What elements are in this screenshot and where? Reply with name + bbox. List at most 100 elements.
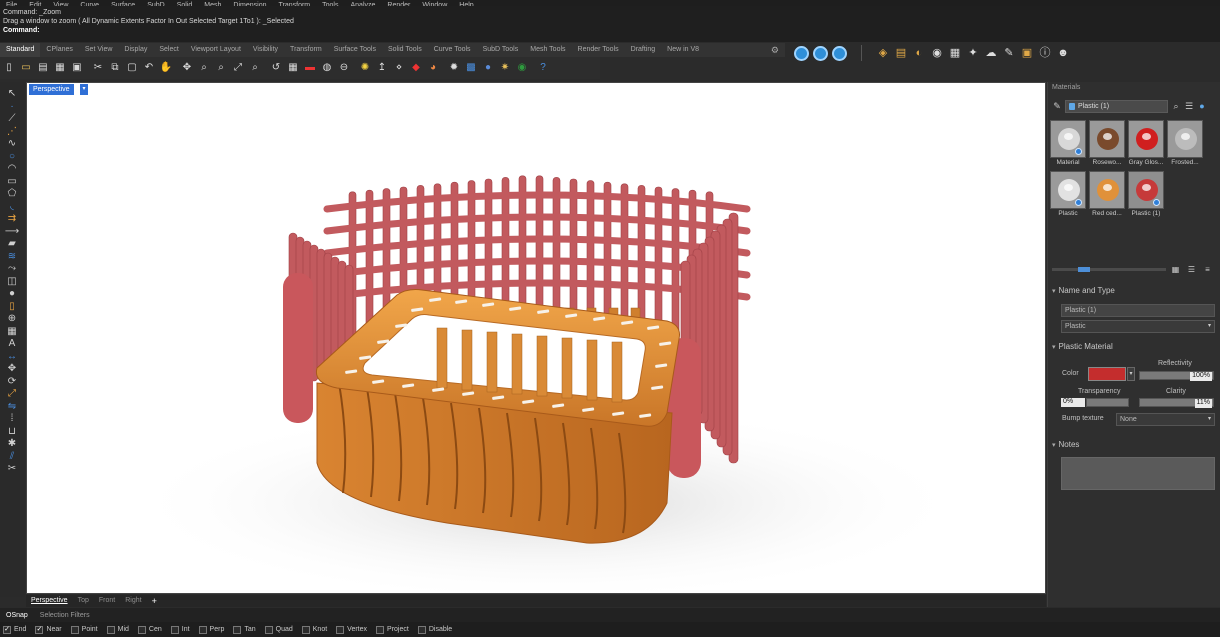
- sweep-icon[interactable]: ⤳: [4, 263, 20, 275]
- help-icon[interactable]: ●: [1197, 100, 1207, 112]
- render-preview-icon[interactable]: [813, 45, 828, 61]
- text-icon[interactable]: A: [4, 338, 20, 350]
- osnap-option[interactable]: Vertex: [336, 625, 367, 634]
- render-icon[interactable]: [794, 45, 809, 61]
- named-views-icon[interactable]: ✎: [1002, 46, 1016, 60]
- osnap-option[interactable]: Int: [170, 625, 190, 634]
- osnap-option[interactable]: Tan: [233, 625, 256, 634]
- osnap-tab[interactable]: OSnap: [0, 612, 34, 619]
- material-thumbnail[interactable]: Plastic (1): [1128, 171, 1164, 220]
- offset-icon[interactable]: ⇉: [4, 213, 20, 225]
- clarity-slider[interactable]: 11%: [1139, 398, 1214, 408]
- sphere-icon[interactable]: ●: [4, 288, 20, 300]
- mesh-icon[interactable]: ▦: [4, 326, 20, 338]
- osnap-checkbox[interactable]: [417, 625, 426, 634]
- material-thumbnail[interactable]: Red ced...: [1089, 171, 1125, 220]
- material-dropdown[interactable]: Plastic (1): [1065, 99, 1168, 113]
- toolbar-tab[interactable]: Solid Tools: [382, 43, 428, 57]
- osnap-option[interactable]: Disable: [417, 625, 452, 634]
- osnap-checkbox[interactable]: [376, 625, 385, 634]
- layers-icon[interactable]: ◈: [876, 46, 890, 60]
- material-thumbnail[interactable]: Frosted...: [1167, 120, 1203, 169]
- viewport-title[interactable]: Perspective: [29, 84, 74, 95]
- osnap-checkbox[interactable]: [301, 625, 310, 634]
- polygon-icon[interactable]: ⬠: [4, 188, 20, 200]
- rectangle-icon[interactable]: ▭: [4, 176, 20, 188]
- grid-view-icon[interactable]: ▦: [1170, 264, 1181, 275]
- copy-icon[interactable]: ⧉: [108, 61, 122, 75]
- menu-icon[interactable]: ☰: [1184, 100, 1194, 112]
- gear-icon[interactable]: ⚙: [771, 45, 779, 56]
- toolbar-tab[interactable]: Drafting: [625, 43, 662, 57]
- viewport-menu-chevron-icon[interactable]: ▾: [80, 84, 88, 95]
- render-sphere-icon[interactable]: ✷: [498, 61, 512, 75]
- slider-thumb[interactable]: [1078, 267, 1090, 272]
- material-tools-icon[interactable]: ✎: [1052, 100, 1062, 112]
- osnap-checkbox[interactable]: [137, 625, 146, 634]
- toolbar-tab[interactable]: Select: [153, 43, 184, 57]
- fillet-icon[interactable]: ◟: [4, 201, 20, 213]
- material-thumbnail[interactable]: Gray Glos...: [1128, 120, 1164, 169]
- mesh-icon[interactable]: ▩: [464, 61, 478, 75]
- toolbar-tab[interactable]: SubD Tools: [477, 43, 525, 57]
- search-icon[interactable]: ⌕: [1171, 100, 1181, 112]
- hide-icon[interactable]: ◍: [320, 61, 334, 75]
- notes-field[interactable]: [1061, 457, 1215, 490]
- help-sphere-icon[interactable]: ?: [536, 61, 550, 75]
- mirror-icon[interactable]: ⇋: [4, 401, 20, 413]
- loft-icon[interactable]: ≋: [4, 251, 20, 263]
- osnap-option[interactable]: Mid: [106, 625, 129, 634]
- open-icon[interactable]: ▭: [19, 61, 33, 75]
- toolbar-tab[interactable]: CPlanes: [40, 43, 78, 57]
- toolbar-tab[interactable]: Render Tools: [572, 43, 625, 57]
- layer-icon[interactable]: ◆: [409, 61, 423, 75]
- sphere-icon[interactable]: ●: [481, 61, 495, 75]
- color-swatch[interactable]: [1088, 367, 1126, 381]
- explode-icon[interactable]: ✱: [4, 438, 20, 450]
- reflectivity-value[interactable]: 100%: [1190, 372, 1212, 381]
- viewport-tab[interactable]: Perspective: [26, 595, 73, 607]
- import-icon[interactable]: ▣: [70, 61, 84, 75]
- bump-texture-select[interactable]: None ▾: [1116, 413, 1215, 426]
- reflectivity-slider[interactable]: 100%: [1139, 371, 1214, 381]
- paste-icon[interactable]: ▢: [125, 61, 139, 75]
- viewport-tab[interactable]: Right: [120, 595, 146, 607]
- pin-icon[interactable]: ↥: [375, 61, 389, 75]
- chevron-down-icon[interactable]: ▾: [1127, 367, 1135, 381]
- join-icon[interactable]: ⊔: [4, 426, 20, 438]
- rotate-view-icon[interactable]: ✥: [180, 61, 194, 75]
- line-icon[interactable]: ⟋: [4, 113, 20, 125]
- osnap-checkbox[interactable]: ✓: [35, 625, 44, 634]
- osnap-option[interactable]: Perp: [198, 625, 224, 634]
- color-wheel-icon[interactable]: ◕: [426, 61, 440, 75]
- sun-icon[interactable]: ✹: [447, 61, 461, 75]
- split-icon[interactable]: ⫽: [4, 451, 20, 463]
- osnap-checkbox[interactable]: ✓: [3, 625, 11, 634]
- materials-icon[interactable]: ◉: [930, 46, 944, 60]
- pan-icon[interactable]: ✋: [159, 61, 173, 75]
- thumbnail-size-slider[interactable]: [1052, 267, 1166, 272]
- cylinder-icon[interactable]: ▯: [4, 301, 20, 313]
- environment-icon[interactable]: ✦: [966, 46, 980, 60]
- toolbar-tab[interactable]: Viewport Layout: [185, 43, 247, 57]
- user-icon[interactable]: ☻: [1056, 46, 1070, 60]
- select-icon[interactable]: ↖: [4, 88, 20, 100]
- osnap-checkbox[interactable]: [198, 625, 207, 634]
- toolbar-tab[interactable]: Display: [118, 43, 153, 57]
- grid-icon[interactable]: ▦: [286, 61, 300, 75]
- save-icon[interactable]: ▤: [36, 61, 50, 75]
- snap-icon[interactable]: ⋄: [392, 61, 406, 75]
- osnap-checkbox[interactable]: [106, 625, 115, 634]
- info-icon[interactable]: ⓘ: [1038, 46, 1052, 60]
- snapshots-icon[interactable]: ☁: [984, 46, 998, 60]
- perspective-viewport[interactable]: Perspective ▾: [26, 82, 1046, 594]
- extend-icon[interactable]: ⟶: [4, 226, 20, 238]
- dimension-icon[interactable]: ↔: [4, 351, 20, 363]
- new-file-icon[interactable]: ▯: [2, 61, 16, 75]
- osnap-option[interactable]: Point: [70, 625, 98, 634]
- transparency-value[interactable]: 0%: [1061, 398, 1085, 407]
- box-icon[interactable]: ◫: [4, 276, 20, 288]
- material-thumbnail[interactable]: Plastic: [1050, 171, 1086, 220]
- cut-icon[interactable]: ✂: [91, 61, 105, 75]
- array-icon[interactable]: ⁞: [4, 413, 20, 425]
